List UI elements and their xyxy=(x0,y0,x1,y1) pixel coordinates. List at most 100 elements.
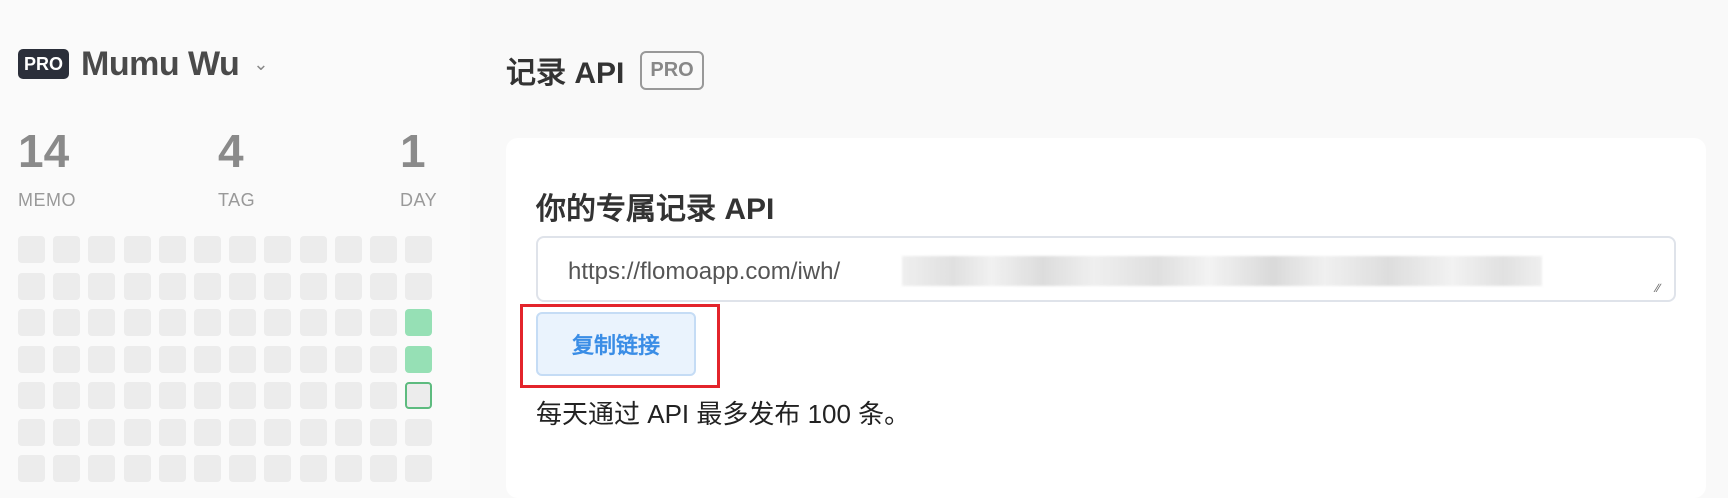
pro-badge: PRO xyxy=(18,49,70,79)
heatmap-cell[interactable] xyxy=(264,236,292,263)
heatmap-cell[interactable] xyxy=(264,455,292,482)
heatmap-cell[interactable] xyxy=(405,455,433,482)
heatmap-cell[interactable] xyxy=(194,236,221,263)
heatmap-cell[interactable] xyxy=(158,309,186,336)
heatmap-cell[interactable] xyxy=(53,309,81,336)
heatmap-cell[interactable] xyxy=(194,455,221,482)
heatmap-cell[interactable] xyxy=(158,455,186,482)
heatmap-cell[interactable] xyxy=(264,272,292,300)
heatmap-cell[interactable] xyxy=(370,272,397,300)
heatmap-cell[interactable] xyxy=(405,345,433,373)
heatmap-cell[interactable] xyxy=(88,455,116,482)
heatmap-cell[interactable] xyxy=(370,236,397,263)
heatmap-cell[interactable] xyxy=(88,382,116,409)
heatmap-cell[interactable] xyxy=(194,382,221,409)
heatmap-cell[interactable] xyxy=(158,236,186,263)
heatmap-cell[interactable] xyxy=(264,418,292,446)
heatmap-cell[interactable] xyxy=(18,455,45,482)
heatmap-cell[interactable] xyxy=(229,418,257,446)
heatmap-cell[interactable] xyxy=(123,345,151,373)
resize-handle-icon[interactable]: ∕∕ xyxy=(1656,282,1670,296)
heatmap-cell[interactable] xyxy=(53,345,81,373)
heatmap-cell[interactable] xyxy=(229,345,257,373)
heatmap-cell[interactable] xyxy=(158,272,186,300)
heatmap-cell[interactable] xyxy=(18,236,45,263)
heatmap-cell[interactable] xyxy=(53,236,81,263)
heatmap-cell[interactable] xyxy=(229,309,257,336)
page-title: 记录 API xyxy=(506,57,625,90)
heatmap-cell[interactable] xyxy=(229,236,257,263)
api-card: 你的专属记录 API https://flomoapp.com/iwh/ ∕∕ … xyxy=(506,138,1706,498)
heatmap-cell[interactable] xyxy=(370,418,397,446)
heatmap-cell[interactable] xyxy=(334,309,362,336)
heatmap-cell[interactable] xyxy=(88,309,116,336)
heatmap-cell[interactable] xyxy=(264,309,292,336)
heatmap-cell[interactable] xyxy=(88,418,116,446)
heatmap-cell[interactable] xyxy=(53,455,81,482)
heatmap-cell[interactable] xyxy=(370,382,397,409)
heatmap-cell[interactable] xyxy=(334,418,362,446)
heatmap-cell[interactable] xyxy=(194,345,221,373)
heatmap-cell[interactable] xyxy=(405,309,433,336)
heatmap-cell[interactable] xyxy=(53,418,81,446)
heatmap-cell[interactable] xyxy=(123,382,151,409)
heatmap-cell[interactable] xyxy=(158,345,186,373)
heatmap-cell[interactable] xyxy=(299,418,327,446)
heatmap-cell[interactable] xyxy=(88,272,116,300)
heatmap-cell[interactable] xyxy=(334,345,362,373)
stat-tag: 4 TAG xyxy=(218,128,255,211)
heatmap-cell[interactable] xyxy=(158,382,186,409)
heatmap-cell[interactable] xyxy=(334,382,362,409)
heatmap-cell[interactable] xyxy=(299,382,327,409)
heatmap-cell[interactable] xyxy=(229,455,257,482)
heatmap-cell[interactable] xyxy=(229,272,257,300)
stat-label: DAY xyxy=(400,190,438,210)
heatmap-cell[interactable] xyxy=(264,345,292,373)
heatmap-cell[interactable] xyxy=(264,382,292,409)
heatmap-cell[interactable] xyxy=(299,272,327,300)
heatmap-cell[interactable] xyxy=(370,309,397,336)
heatmap-cell[interactable] xyxy=(334,272,362,300)
heatmap-cell[interactable] xyxy=(299,345,327,373)
heatmap-cell[interactable] xyxy=(123,309,151,336)
copy-link-button[interactable]: 复制链接 xyxy=(536,312,696,376)
heatmap-cell[interactable] xyxy=(405,236,433,263)
heatmap-cell[interactable] xyxy=(88,236,116,263)
api-url-field[interactable]: https://flomoapp.com/iwh/ ∕∕ xyxy=(536,236,1676,302)
stat-value: 4 xyxy=(218,125,244,177)
heatmap-cell[interactable] xyxy=(88,345,116,373)
chevron-down-icon: ⌄ xyxy=(253,53,269,74)
heatmap-cell[interactable] xyxy=(158,418,186,446)
heatmap-cell[interactable] xyxy=(123,455,151,482)
heatmap-cell[interactable] xyxy=(123,418,151,446)
heatmap-cell[interactable] xyxy=(405,382,433,409)
heatmap-cell[interactable] xyxy=(18,418,45,446)
heatmap-cell[interactable] xyxy=(194,272,221,300)
heatmap-cell[interactable] xyxy=(299,309,327,336)
card-title: 你的专属记录 API xyxy=(536,193,775,226)
heatmap-cell[interactable] xyxy=(123,236,151,263)
heatmap-cell[interactable] xyxy=(53,382,81,409)
heatmap-cell[interactable] xyxy=(299,236,327,263)
heatmap-cell[interactable] xyxy=(370,455,397,482)
heatmap-cell[interactable] xyxy=(53,272,81,300)
heatmap-cell[interactable] xyxy=(334,236,362,263)
heatmap-cell[interactable] xyxy=(18,382,45,409)
heatmap-cell[interactable] xyxy=(194,309,221,336)
rate-limit-note: 每天通过 API 最多发布 100 条。 xyxy=(536,399,911,429)
stat-value: 1 xyxy=(400,125,426,177)
heatmap-cell[interactable] xyxy=(18,272,45,300)
heatmap-cell[interactable] xyxy=(299,455,327,482)
heatmap-cell[interactable] xyxy=(334,455,362,482)
heatmap-cell[interactable] xyxy=(18,309,45,336)
user-menu[interactable]: PRO Mumu Wu ⌄ xyxy=(18,45,269,83)
stat-label: MEMO xyxy=(18,190,76,210)
stat-memo: 14 MEMO xyxy=(18,128,76,211)
heatmap-cell[interactable] xyxy=(405,418,433,446)
heatmap-cell[interactable] xyxy=(123,272,151,300)
heatmap-cell[interactable] xyxy=(405,272,433,300)
heatmap-cell[interactable] xyxy=(194,418,221,446)
heatmap-cell[interactable] xyxy=(18,345,45,373)
heatmap-cell[interactable] xyxy=(370,345,397,373)
heatmap-cell[interactable] xyxy=(229,382,257,409)
